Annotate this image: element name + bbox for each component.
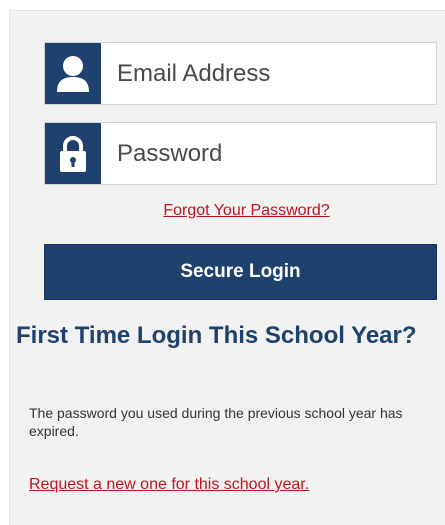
password-expired-text: The password you used during the previou…: [29, 405, 403, 439]
password-input[interactable]: [117, 123, 427, 184]
first-time-heading: First Time Login This School Year?: [16, 322, 417, 349]
lock-icon: [45, 123, 101, 184]
forgot-password-link[interactable]: Forgot Your Password?: [10, 202, 445, 220]
secure-login-button[interactable]: Secure Login: [44, 244, 437, 300]
email-input[interactable]: [117, 43, 427, 104]
request-new-password-link[interactable]: Request a new one for this school year.: [29, 476, 309, 494]
email-field[interactable]: [44, 42, 437, 105]
user-icon: [45, 43, 101, 104]
password-field[interactable]: [44, 122, 437, 185]
login-panel: Forgot Your Password? Secure Login First…: [9, 10, 445, 525]
